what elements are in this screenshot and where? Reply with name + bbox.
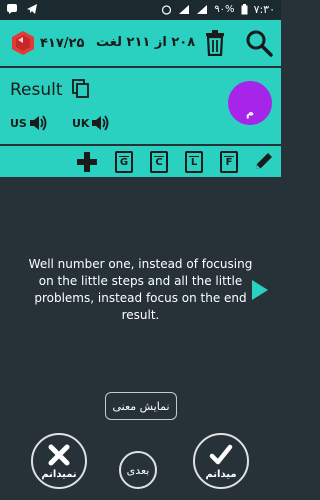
chat-icon xyxy=(7,4,17,14)
cambridge-button[interactable]: C xyxy=(150,151,168,173)
google-button[interactable]: G xyxy=(115,151,133,173)
know-button[interactable]: میدانم xyxy=(193,433,249,489)
check-icon xyxy=(209,444,233,464)
free-dictionary-button[interactable]: F xyxy=(220,151,238,173)
pencil-icon[interactable] xyxy=(254,151,274,171)
battery-icon xyxy=(241,4,248,15)
longman-button[interactable]: L xyxy=(185,151,203,173)
know-label: میدانم xyxy=(205,468,237,480)
status-right: ۹۰% ۷:۳۰ xyxy=(161,3,275,16)
uk-label: UK xyxy=(72,116,90,130)
show-meaning-button[interactable]: نمایش معنی xyxy=(105,392,177,420)
avatar-letter: م xyxy=(246,106,255,119)
speaker-icon xyxy=(29,115,47,131)
copy-icon[interactable] xyxy=(72,79,90,99)
alarm-icon xyxy=(162,5,172,15)
longman-letter: L xyxy=(190,156,198,168)
tools-bar: G C L F xyxy=(0,146,281,177)
google-letter: G xyxy=(119,156,129,168)
signal-icon-2 xyxy=(197,5,208,14)
status-left xyxy=(6,3,38,15)
clock: ۷:۳۰ xyxy=(253,3,275,16)
trash-icon[interactable] xyxy=(203,30,227,56)
result-card: Result US UK م xyxy=(0,68,281,144)
top-bar: ۴۱۷/۲۵ ۲۰۸ از ۲۱۱ لغت xyxy=(0,20,281,66)
uk-pronunciation-button[interactable]: UK xyxy=(72,114,111,132)
score: ۴۱۷/۲۵ xyxy=(40,36,85,51)
battery-percent: ۹۰% xyxy=(214,4,235,15)
status-bar: ۹۰% ۷:۳۰ xyxy=(0,0,281,20)
result-title: Result xyxy=(10,80,63,100)
close-icon xyxy=(48,444,70,465)
word-count: ۲۰۸ از ۲۱۱ لغت xyxy=(96,35,196,50)
example-sentence: Well number one, instead of focusing on … xyxy=(28,257,253,322)
speaker-icon xyxy=(92,115,109,131)
search-icon[interactable] xyxy=(245,29,273,57)
dont-know-label: نمیدانم xyxy=(41,468,77,480)
telegram-icon xyxy=(27,4,37,14)
free-dictionary-letter: F xyxy=(225,156,233,168)
avatar[interactable]: م xyxy=(228,81,272,125)
us-pronunciation-button[interactable]: US xyxy=(10,114,49,132)
signal-icon xyxy=(179,5,190,14)
dont-know-button[interactable]: نمیدانم xyxy=(31,433,87,489)
plus-icon[interactable] xyxy=(76,151,98,173)
next-label: بعدی xyxy=(126,463,150,477)
us-label: US xyxy=(10,116,27,130)
play-arrow-icon[interactable] xyxy=(251,279,269,301)
cambridge-letter: C xyxy=(155,156,163,168)
next-button[interactable]: بعدی xyxy=(119,451,157,489)
ruby-icon xyxy=(12,31,34,55)
